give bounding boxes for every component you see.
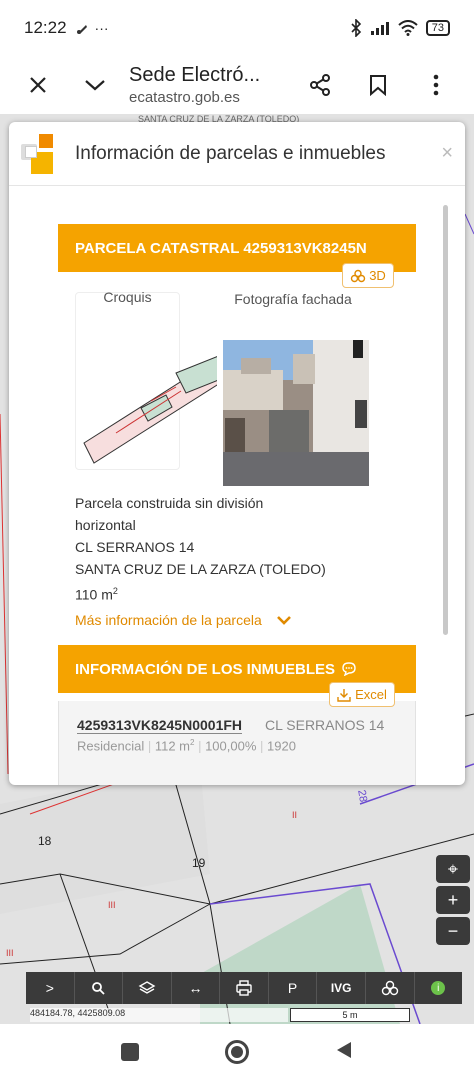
parcel-address: CL SERRANOS 14 (75, 539, 195, 555)
bookmark-icon[interactable] (358, 65, 398, 105)
inmueble-address: CL SERRANOS 14 (265, 717, 385, 733)
parcel-type-line1: Parcela construida sin división (75, 495, 264, 511)
parcel-area-value: 110 m (75, 586, 113, 603)
notification-icon (76, 25, 87, 34)
zoom-in-button[interactable]: + (436, 886, 470, 914)
home-icon[interactable] (225, 1040, 249, 1064)
inmueble-year: 1920 (267, 738, 296, 754)
more-vert-icon[interactable] (416, 65, 456, 105)
map-label-III-b: III (6, 948, 14, 958)
parcel-area-sup: 2 (112, 586, 118, 596)
map-toolbar: > ↔ P IVG i (26, 972, 462, 1004)
croquis-card[interactable]: Croquis (75, 289, 237, 470)
ivg-icon[interactable]: IVG (317, 972, 366, 1004)
layers-icon[interactable] (123, 972, 172, 1004)
map-label-18: 18 (38, 834, 52, 848)
chevron-down-icon (276, 616, 291, 625)
inmueble-surface-sup: 2 (190, 738, 195, 747)
print-icon[interactable] (220, 972, 269, 1004)
status-bar: 12:22 ··· 73 (0, 0, 474, 56)
view-3d-button[interactable]: 3D (342, 263, 394, 288)
search-icon[interactable] (75, 972, 124, 1004)
battery-icon: 73 (425, 20, 450, 36)
facade-photo (223, 340, 369, 486)
signal-icon (370, 22, 389, 35)
inmueble-participation: 100,00% (205, 738, 257, 754)
excel-label: Excel (355, 687, 387, 702)
view-3d-label: 3D (369, 268, 386, 283)
bluetooth-icon (351, 19, 361, 37)
page-title-block[interactable]: Sede Electró... ecatastro.gob.es (115, 64, 300, 106)
map-label-III-a: III (108, 900, 116, 910)
info-icon-glyph: i (431, 981, 446, 995)
3d-icon[interactable] (366, 972, 415, 1004)
chevron-down-icon[interactable] (75, 65, 115, 105)
close-icon[interactable] (18, 65, 58, 105)
map-label-28: 28 (355, 788, 370, 804)
map-label-19: 19 (192, 856, 206, 870)
croquis-sketch (83, 352, 237, 464)
modal-header: Información de parcelas e inmuebles × (9, 122, 465, 186)
download-icon (337, 688, 351, 702)
info-icon[interactable]: i (415, 972, 463, 1004)
inmueble-item[interactable]: 4259313VK8245N0001FH CL SERRANOS 14 Resi… (58, 701, 416, 785)
status-time: 12:22 (24, 18, 67, 37)
3d-icon (350, 269, 366, 282)
locate-icon[interactable]: ⌖ (436, 855, 470, 883)
page-title: Sede Electró... (129, 64, 261, 86)
modal-title: Información de parcelas e inmuebles (75, 142, 386, 164)
android-nav-bar (0, 1024, 474, 1080)
inmueble-surface: 112 m (154, 738, 190, 754)
excel-export-button[interactable]: Excel (329, 682, 395, 707)
parcel-type-line2: horizontal (75, 517, 136, 533)
page-url: ecatastro.gob.es (129, 89, 240, 106)
catastro-logo-icon (21, 133, 61, 174)
inmuebles-header-label: INFORMACIÓN DE LOS INMUEBLES (75, 660, 336, 678)
photo-label: Fotografía fachada (234, 291, 352, 307)
parcel-info-modal: Información de parcelas e inmuebles × PA… (9, 122, 465, 785)
parcel-description: Parcela construida sin división horizont… (75, 492, 326, 606)
modal-close-button[interactable]: × (441, 142, 453, 165)
parcel-select-icon[interactable]: P (269, 972, 318, 1004)
expand-toolbar-icon[interactable]: > (26, 972, 75, 1004)
more-notifications-icon: ··· (94, 20, 109, 36)
croquis-label: Croquis (103, 289, 152, 305)
browser-toolbar: Sede Electró... ecatastro.gob.es (0, 56, 474, 114)
inmueble-use: Residencial (77, 738, 145, 754)
back-icon[interactable] (335, 1040, 353, 1065)
modal-scrollbar[interactable] (443, 205, 448, 635)
inmueble-ref[interactable]: 4259313VK8245N0001FH (77, 717, 243, 734)
facade-photo-card[interactable]: Fotografía fachada (217, 291, 369, 488)
chat-icon (342, 662, 356, 676)
more-info-label: Más información de la parcela (75, 612, 262, 628)
parcel-locality: SANTA CRUZ DE LA ZARZA (TOLEDO) (75, 561, 326, 577)
parcel-area: 110 m2 (75, 580, 326, 606)
map-coordinates: 484184.78, 4425809.08 (30, 1008, 288, 1022)
wifi-icon (398, 20, 418, 36)
zoom-out-button[interactable]: − (436, 917, 470, 945)
recent-apps-icon[interactable] (121, 1043, 139, 1061)
measure-icon[interactable]: ↔ (172, 972, 221, 1004)
more-info-link[interactable]: Más información de la parcela (75, 612, 292, 628)
share-icon[interactable] (300, 65, 340, 105)
map-scale: 5 m (290, 1008, 410, 1022)
map-label-II: II (292, 810, 298, 820)
inmueble-meta: Residencial | 112 m2 | 100,00% | 1920 (77, 738, 296, 754)
